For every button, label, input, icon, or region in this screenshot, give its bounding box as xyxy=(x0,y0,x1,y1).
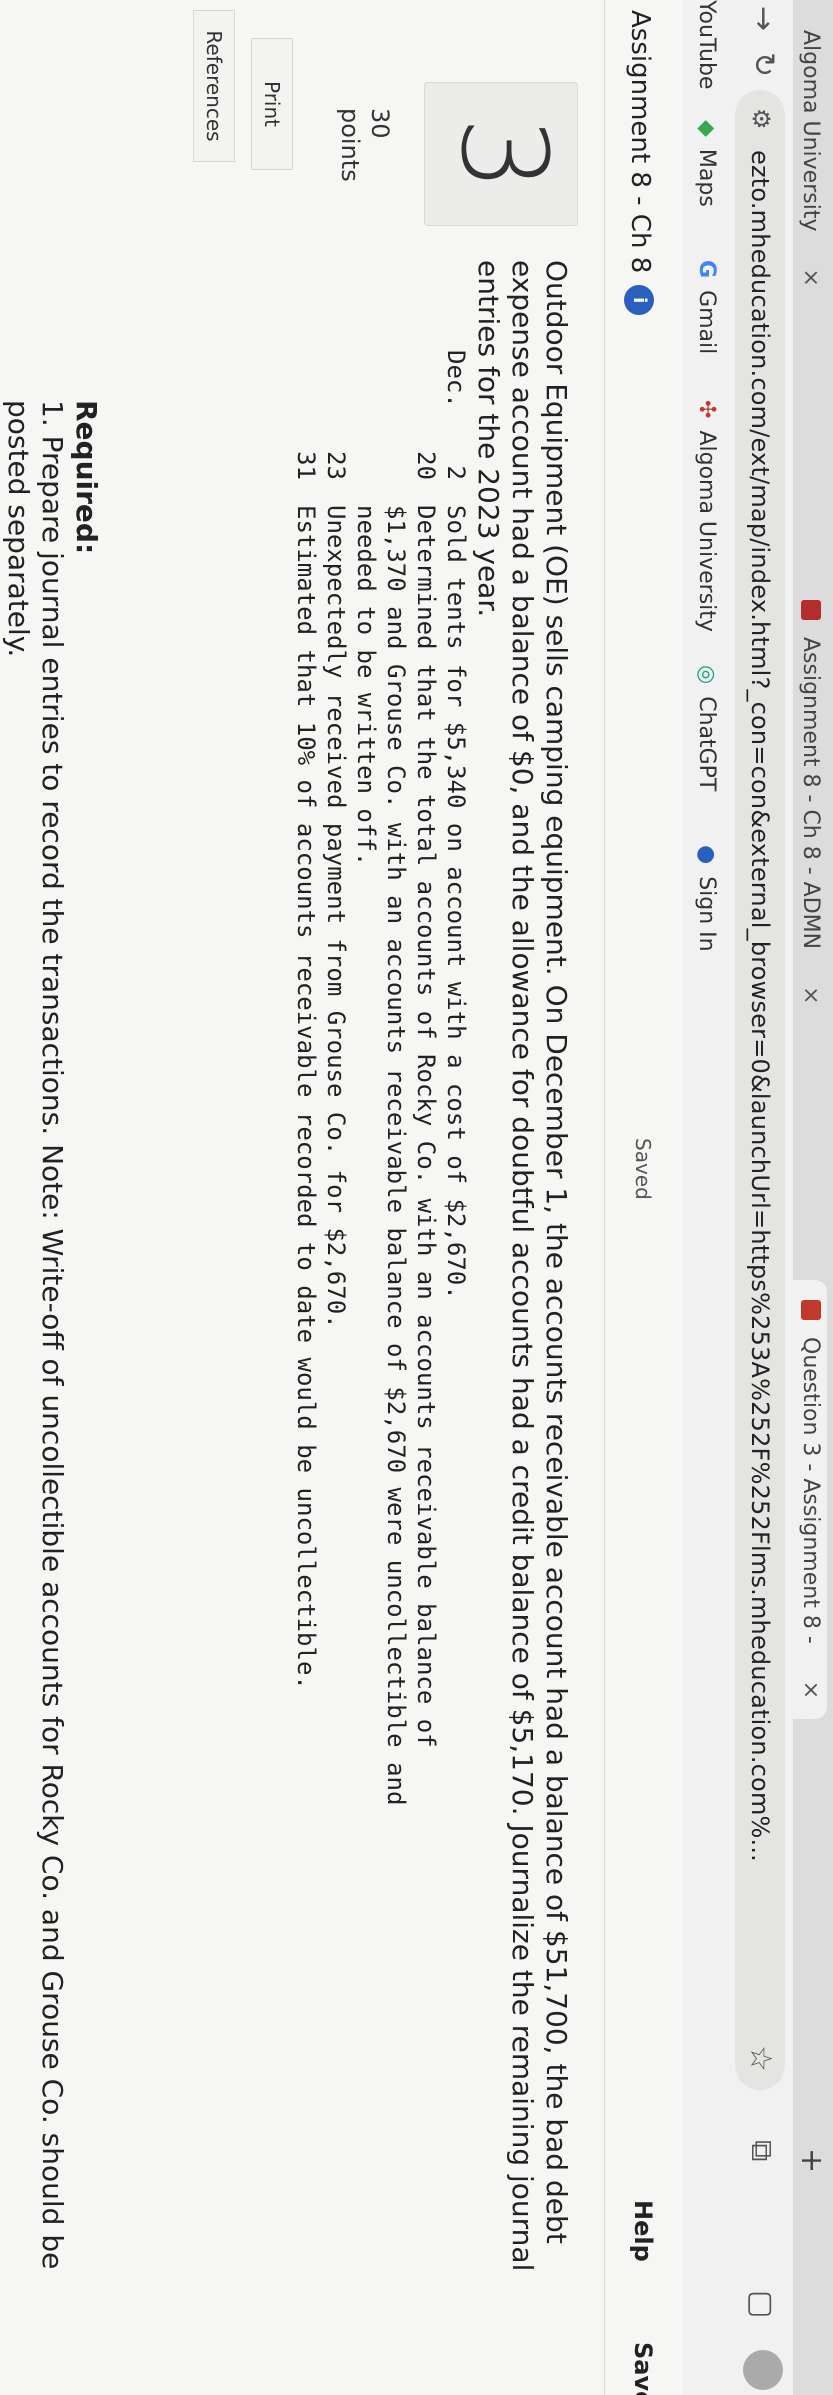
transaction-text: Estimated that 10% of accounts receivabl… xyxy=(292,505,320,1690)
bookmark-maps[interactable]: ◆ Maps xyxy=(694,120,719,207)
bookmark-sign-in[interactable]: ● Sign In xyxy=(694,845,719,952)
page-content: Assignment 8 - Ch 8 i Saved Help Save & E… xyxy=(0,0,683,2395)
sign-in-icon: ● xyxy=(694,845,719,865)
google-icon: G xyxy=(694,260,719,279)
points: 30 points xyxy=(335,108,395,182)
tab-strip: Algoma University × Assignment 8 - Ch 8 … xyxy=(793,0,833,2395)
assignment-title: Assignment 8 - Ch 8 i xyxy=(624,10,655,316)
mheducation-favicon-icon xyxy=(801,600,821,620)
transaction-row: 23 Unexpectedly received payment from Gr… xyxy=(321,350,351,1805)
tab-label: Assignment 8 - Ch 8 - ADMN xyxy=(798,637,823,950)
site-settings-icon[interactable]: ⚙ xyxy=(747,108,775,130)
transaction-text: Sold tents for $5,340 on account with a … xyxy=(442,505,470,1300)
header-divider xyxy=(604,0,605,2395)
points-value: 30 xyxy=(366,108,394,139)
transaction-month xyxy=(321,350,351,430)
transaction-row: 20 Determined that the total accounts of… xyxy=(351,350,441,1805)
tab-label: Algoma University xyxy=(798,30,823,232)
side-panel-icon[interactable]: ▢ xyxy=(744,2290,779,2318)
close-tab-icon[interactable]: × xyxy=(798,1681,823,1699)
required-section: Required: 1. Prepare journal entries to … xyxy=(1,400,103,2300)
save-exit-button[interactable]: Save & Ex xyxy=(629,2342,657,2395)
forward-arrow-icon[interactable]: → xyxy=(746,6,781,31)
question-number-box: 3 xyxy=(424,82,578,226)
question-number: 3 xyxy=(435,116,573,192)
tab-question-3[interactable]: Question 3 - Assignment 8 - × xyxy=(793,1280,827,1720)
transaction-day: 2 xyxy=(442,465,470,480)
transaction-row: Dec. 2 Sold tents for $5,340 on account … xyxy=(441,350,471,1805)
transaction-day: 20 xyxy=(412,451,440,480)
bookmarks-bar: YouTube ◆Maps GGmail ✣Algoma University … xyxy=(682,0,729,2395)
bookmark-chatgpt[interactable]: ◎ ChatGPT xyxy=(694,665,719,791)
transaction-month xyxy=(351,350,441,430)
bookmark-label: YouTube xyxy=(694,0,719,90)
print-button[interactable]: Print xyxy=(251,38,293,170)
bookmark-algoma[interactable]: ✣ Algoma University xyxy=(694,400,719,632)
algoma-icon: ✣ xyxy=(694,400,719,419)
extensions-icon[interactable]: ⧉ xyxy=(744,2140,779,2161)
new-tab-button[interactable]: + xyxy=(794,2148,829,2173)
required-text: 1. Prepare journal entries to record the… xyxy=(2,400,69,2270)
transaction-day: 23 xyxy=(322,451,350,480)
bookmark-label: Sign In xyxy=(694,876,719,952)
saved-status: Saved xyxy=(631,1138,655,1200)
url-text: ezto.mheducation.com/ext/map/index.html?… xyxy=(746,150,774,1863)
help-button[interactable]: Help xyxy=(629,2200,657,2262)
close-tab-icon[interactable]: × xyxy=(798,268,823,286)
tab-label: Question 3 - Assignment 8 - xyxy=(798,1337,823,1644)
transactions-list: Dec. 2 Sold tents for $5,340 on account … xyxy=(291,350,471,1805)
transaction-month xyxy=(291,350,321,430)
avatar[interactable] xyxy=(743,2350,783,2390)
references-button[interactable]: References xyxy=(193,10,235,162)
points-label: points xyxy=(336,108,364,182)
mheducation-favicon-icon xyxy=(801,1300,821,1320)
bookmark-star-icon[interactable]: ☆ xyxy=(743,2045,778,2072)
reload-icon[interactable]: ↻ xyxy=(746,52,781,77)
transaction-day: 31 xyxy=(292,451,320,480)
transaction-row: 31 Estimated that 10% of accounts receiv… xyxy=(291,350,321,1805)
transaction-text: Determined that the total accounts of Ro… xyxy=(352,505,440,1806)
bookmark-label: ChatGPT xyxy=(694,696,719,792)
assignment-title-text: Assignment 8 - Ch 8 xyxy=(625,10,655,274)
bookmark-gmail[interactable]: G Gmail xyxy=(694,260,719,354)
browser-toolbar: → ↻ ⚙ ezto.mheducation.com/ext/map/index… xyxy=(729,0,793,2395)
bookmark-label: Algoma University xyxy=(694,430,719,632)
bookmark-youtube[interactable]: YouTube xyxy=(694,0,719,89)
tab-algoma-university[interactable]: Algoma University × xyxy=(793,30,827,287)
transaction-text: Unexpectedly received payment from Grous… xyxy=(322,505,350,1329)
required-label: Required: xyxy=(70,400,103,555)
question-prompt: Outdoor Equipment (OE) sells camping equ… xyxy=(472,260,573,2272)
transaction-month: Dec. xyxy=(442,350,470,408)
browser-window: Algoma University × Assignment 8 - Ch 8 … xyxy=(0,0,833,2395)
close-tab-icon[interactable]: × xyxy=(798,986,823,1004)
bookmark-label: Maps xyxy=(694,148,719,207)
address-bar[interactable]: ⚙ ezto.mheducation.com/ext/map/index.htm… xyxy=(735,90,785,2090)
maps-icon: ◆ xyxy=(694,120,719,137)
chatgpt-icon: ◎ xyxy=(694,665,719,685)
info-icon[interactable]: i xyxy=(624,285,654,316)
tab-assignment[interactable]: Assignment 8 - Ch 8 - ADMN × xyxy=(793,600,827,1005)
bookmark-label: Gmail xyxy=(694,290,719,355)
